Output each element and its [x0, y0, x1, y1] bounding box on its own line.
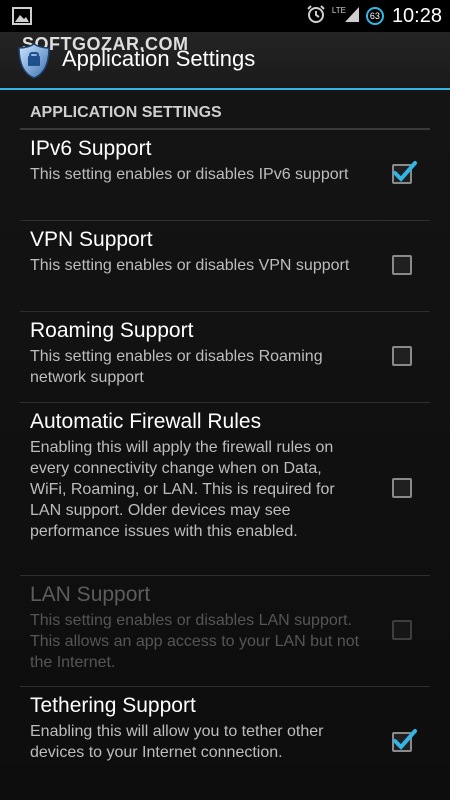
pref-summary: This setting enables or disables Roaming… — [30, 348, 323, 386]
pref-automatic-firewall-rules[interactable]: Automatic Firewall Rules Enabling this w… — [20, 403, 430, 576]
section-header: APPLICATION SETTINGS — [20, 90, 430, 130]
clock: 10:28 — [391, 4, 442, 27]
pref-title: LAN Support — [30, 583, 151, 606]
page-title: Application Settings — [62, 46, 256, 71]
shield-app-icon[interactable] — [16, 42, 52, 80]
pref-summary: Enabling this will apply the firewall ru… — [30, 439, 335, 540]
vpn-checkbox[interactable] — [392, 255, 412, 275]
pref-title: Automatic Firewall Rules — [30, 410, 262, 433]
ipv6-checkbox[interactable] — [392, 161, 417, 184]
check-mark-icon — [393, 161, 417, 182]
status-bar: LTE 63 10:28 — [0, 0, 450, 32]
action-bar: SOFTGOZAR.COM Application Settings — [0, 32, 450, 90]
signal-icon — [344, 5, 360, 28]
pref-title: VPN Support — [30, 228, 153, 251]
pref-title: IPv6 Support — [30, 137, 152, 160]
pref-summary: Enabling this will allow you to tether o… — [30, 723, 324, 761]
image-notification-icon — [12, 7, 32, 30]
roaming-checkbox[interactable] — [392, 346, 412, 366]
pref-title: Roaming Support — [30, 319, 194, 342]
pref-roaming-support[interactable]: Roaming Support This setting enables or … — [20, 312, 430, 403]
pref-summary: This setting enables or disables LAN sup… — [30, 612, 360, 671]
alarm-icon — [306, 4, 326, 29]
network-type: LTE — [331, 5, 346, 15]
pref-summary: This setting enables or disables VPN sup… — [30, 257, 350, 274]
pref-tethering-support[interactable]: Tethering Support Enabling this will all… — [20, 687, 430, 798]
settings-list: APPLICATION SETTINGS IPv6 Support This s… — [0, 90, 450, 800]
lan-checkbox — [392, 620, 412, 640]
battery-level: 63 — [369, 11, 380, 21]
pref-summary: This setting enables or disables IPv6 su… — [30, 166, 349, 183]
pref-vpn-support[interactable]: VPN Support This setting enables or disa… — [20, 221, 430, 312]
pref-ipv6-support[interactable]: IPv6 Support This setting enables or dis… — [20, 130, 430, 221]
battery-icon: 63 — [365, 7, 384, 25]
check-mark-icon — [393, 728, 417, 750]
firewall-checkbox[interactable] — [392, 478, 412, 498]
tethering-checkbox[interactable] — [392, 728, 417, 752]
pref-title: Tethering Support — [30, 694, 196, 717]
pref-lan-support: LAN Support This setting enables or disa… — [20, 576, 430, 687]
